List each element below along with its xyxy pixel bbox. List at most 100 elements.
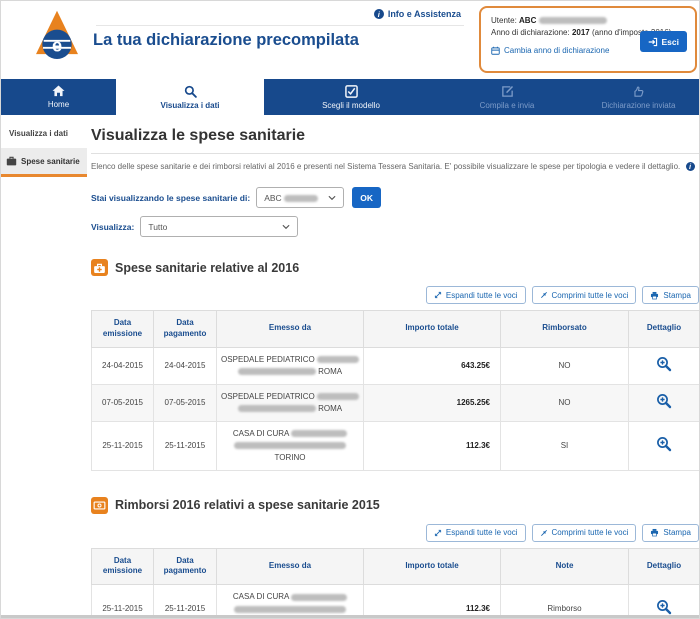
cambia-anno-label: Cambia anno di dichiarazione	[504, 46, 609, 55]
redacted-text	[234, 606, 346, 613]
type-select[interactable]: Tutto	[140, 216, 298, 237]
section2-toolbar: Espandi tutte le voci Comprimi tutte le …	[91, 524, 699, 542]
detail-zoom-button[interactable]	[656, 356, 672, 372]
col-data-pagamento: Data pagamento	[154, 311, 217, 348]
section2-title: Rimborsi 2016 relativi a spese sanitarie…	[115, 498, 380, 512]
nav-compila-invia-label: Compila e invia	[480, 101, 535, 110]
zoom-in-icon	[656, 356, 672, 372]
cell-importo: 643.25€	[364, 347, 501, 384]
collapse-icon	[540, 291, 548, 299]
medical-bag-icon	[91, 259, 108, 276]
section1-title: Spese sanitarie relative al 2016	[115, 261, 299, 275]
cell-dettaglio	[629, 585, 700, 619]
top-header: e La tua dichiarazione precompilata Info…	[1, 1, 700, 79]
chevron-down-icon	[328, 195, 336, 201]
expand-all-button[interactable]: Espandi tutte le voci	[426, 524, 526, 542]
printer-icon	[650, 528, 659, 537]
agenzia-entrate-logo: e	[29, 9, 85, 67]
section1-header: Spese sanitarie relative al 2016	[91, 259, 699, 276]
cambia-anno-link[interactable]: Cambia anno di dichiarazione	[491, 46, 609, 55]
collapse-all-label: Comprimi tutte le voci	[552, 291, 629, 300]
user-row: Utente: ABC	[491, 15, 686, 27]
cell-data-emissione: 24-04-2015	[92, 347, 154, 384]
expand-all-label: Espandi tutte le voci	[446, 528, 518, 537]
sidebar-item-label: Spese sanitarie	[21, 157, 80, 166]
description-info-icon[interactable]	[686, 162, 695, 171]
cell-data-pagamento: 24-04-2015	[154, 347, 217, 384]
cell-dettaglio	[629, 384, 700, 421]
redacted-text	[317, 356, 359, 363]
medical-bag-icon	[6, 156, 17, 166]
printer-icon	[650, 291, 659, 300]
ok-button[interactable]: OK	[352, 187, 381, 208]
thumbs-up-icon	[632, 85, 645, 98]
expand-icon	[434, 529, 442, 537]
person-select[interactable]: ABC	[256, 187, 344, 208]
expand-all-button[interactable]: Espandi tutte le voci	[426, 286, 526, 304]
detail-zoom-button[interactable]	[656, 599, 672, 615]
cell-dettaglio	[629, 421, 700, 470]
cell-data-pagamento: 25-11-2015	[154, 585, 217, 619]
col-data-pagamento: Data pagamento	[154, 548, 217, 585]
viewing-filter-label: Stai visualizzando le spese sanitarie di…	[91, 193, 250, 203]
collapse-all-button[interactable]: Comprimi tutte le voci	[532, 286, 637, 304]
filters: Stai visualizzando le spese sanitarie di…	[91, 187, 699, 237]
nav-scegli-modello[interactable]: Scegli il modello	[264, 79, 438, 115]
redacted-person	[284, 195, 318, 202]
year-value: 2017	[572, 28, 590, 37]
table-row: 25-11-2015 25-11-2015 CASA DI CURA TORIN…	[92, 585, 700, 619]
col-note: Note	[501, 548, 629, 585]
nav-home[interactable]: Home	[1, 79, 116, 115]
zoom-in-icon	[656, 393, 672, 409]
edit-icon	[501, 85, 514, 98]
svg-text:e: e	[52, 35, 62, 55]
nav-dichiarazione-inviata[interactable]: Dichiarazione inviata	[576, 79, 700, 115]
table-row: 07-05-2015 07-05-2015 OSPEDALE PEDIATRIC…	[92, 384, 700, 421]
col-dettaglio: Dettaglio	[629, 311, 700, 348]
banknote-icon	[91, 497, 108, 514]
col-data-emissione: Data emissione	[92, 311, 154, 348]
col-importo-totale: Importo totale	[364, 548, 501, 585]
redacted-text	[291, 430, 347, 437]
col-data-emissione: Data emissione	[92, 548, 154, 585]
collapse-all-button[interactable]: Comprimi tutte le voci	[532, 524, 637, 542]
detail-zoom-button[interactable]	[656, 393, 672, 409]
user-label: Utente:	[491, 16, 517, 25]
spese-table: Data emissione Data pagamento Emesso da …	[91, 310, 700, 471]
show-filter-label: Visualizza:	[91, 222, 134, 232]
print-button[interactable]: Stampa	[642, 286, 699, 304]
cell-data-pagamento: 07-05-2015	[154, 384, 217, 421]
sidebar-item-spese-sanitarie[interactable]: Spese sanitarie	[1, 148, 87, 177]
header-divider	[96, 25, 464, 26]
viewing-filter-row: Stai visualizzando le spese sanitarie di…	[91, 187, 699, 208]
checkbox-icon	[345, 85, 358, 98]
cell-emesso-da: OSPEDALE PEDIATRICO ROMA	[217, 347, 364, 384]
cell-importo: 112.3€	[364, 421, 501, 470]
type-select-value: Tutto	[148, 222, 167, 232]
rimborsi-table: Data emissione Data pagamento Emesso da …	[91, 548, 700, 619]
table-row: 25-11-2015 25-11-2015 CASA DI CURA TORIN…	[92, 421, 700, 470]
year-label: Anno di dichiarazione:	[491, 28, 570, 37]
sidebar: Visualizza i dati Spese sanitarie	[1, 115, 87, 177]
cell-emesso-da: CASA DI CURA TORINO	[217, 421, 364, 470]
cell-data-pagamento: 25-11-2015	[154, 421, 217, 470]
nav-visualizza-dati-label: Visualizza i dati	[161, 101, 220, 110]
info-assistenza-link[interactable]: Info e Assistenza	[374, 9, 461, 19]
print-button[interactable]: Stampa	[642, 524, 699, 542]
description-text: Elenco delle spese sanitarie e dei rimbo…	[91, 162, 680, 171]
print-label: Stampa	[663, 291, 691, 300]
cell-rimborsato: SI	[501, 421, 629, 470]
nav-compila-invia[interactable]: Compila e invia	[438, 79, 576, 115]
esci-button[interactable]: Esci	[640, 31, 688, 52]
show-filter-row: Visualizza: Tutto	[91, 216, 699, 237]
info-assistenza-label: Info e Assistenza	[388, 9, 461, 19]
print-label: Stampa	[663, 528, 691, 537]
search-icon	[184, 85, 197, 98]
info-icon	[374, 9, 384, 19]
col-emesso-da: Emesso da	[217, 548, 364, 585]
home-icon	[52, 85, 65, 97]
nav-visualizza-dati[interactable]: Visualizza i dati	[116, 79, 264, 115]
detail-zoom-button[interactable]	[656, 436, 672, 452]
table-row: 24-04-2015 24-04-2015 OSPEDALE PEDIATRIC…	[92, 347, 700, 384]
app-title: La tua dichiarazione precompilata	[93, 31, 359, 50]
